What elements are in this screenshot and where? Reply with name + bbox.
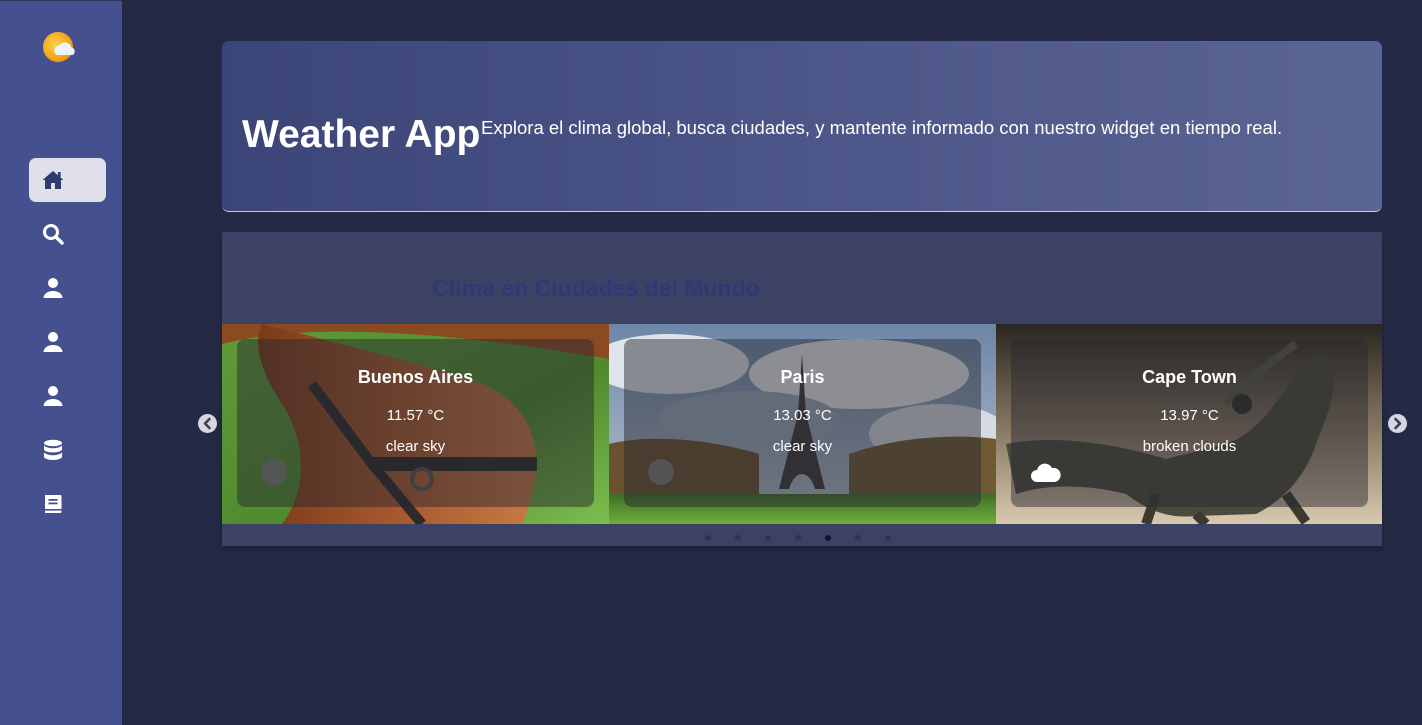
- carousel-dot[interactable]: [735, 535, 741, 541]
- city-weather-description: clear sky: [385, 438, 446, 455]
- sidebar-item-search[interactable]: [29, 212, 106, 256]
- page-title: Weather App: [242, 113, 481, 156]
- city-name: Buenos Aires: [357, 367, 474, 387]
- section-title: Clima en Ciudades del Mundo: [432, 275, 760, 301]
- city-weather-description: clear sky: [772, 438, 833, 455]
- sidebar-item-user-3[interactable]: [29, 374, 106, 418]
- city-card-cape-town[interactable]: Cape Town 13.97 °C broken clouds: [996, 324, 1382, 524]
- city-temperature: 11.57 °C: [386, 407, 445, 424]
- chevron-left-icon: [203, 417, 211, 430]
- carousel-prev-button[interactable]: [198, 414, 217, 433]
- city-temperature: 13.03 °C: [773, 407, 832, 424]
- database-icon: [44, 439, 62, 460]
- book-icon: [45, 495, 62, 513]
- city-card-overlay: Buenos Aires 11.57 °C clear sky: [237, 339, 594, 507]
- chevron-right-icon: [1394, 417, 1402, 430]
- user-icon: [43, 386, 63, 406]
- city-weather-description: broken clouds: [1142, 438, 1237, 455]
- cloud-icon: [1031, 463, 1061, 482]
- sidebar: [0, 0, 122, 725]
- carousel-dot[interactable]: [795, 535, 801, 541]
- home-icon: [42, 171, 64, 189]
- city-name: Paris: [780, 367, 825, 387]
- carousel-dot-active[interactable]: [825, 535, 831, 541]
- carousel-indicators: [705, 535, 915, 541]
- city-card-buenos-aires[interactable]: Buenos Aires 11.57 °C clear sky: [222, 324, 609, 524]
- user-icon: [43, 332, 63, 352]
- cities-carousel-panel: Clima en Ciudades del Mundo Buenos Aires…: [222, 232, 1382, 546]
- clear-sky-icon: [261, 459, 287, 485]
- sidebar-item-database[interactable]: [29, 428, 106, 472]
- search-icon: [43, 224, 64, 245]
- carousel-dot[interactable]: [765, 535, 771, 541]
- city-temperature: 13.97 °C: [1160, 407, 1219, 424]
- city-card-paris[interactable]: Paris 13.03 °C clear sky: [609, 324, 996, 524]
- city-card-overlay: Cape Town 13.97 °C broken clouds: [1011, 339, 1368, 507]
- clear-sky-icon: [648, 459, 674, 485]
- hero-description: Explora el clima global, busca ciudades,…: [481, 117, 1283, 138]
- weather-logo-icon[interactable]: [42, 31, 78, 65]
- sidebar-item-user-2[interactable]: [29, 320, 106, 364]
- carousel-dot[interactable]: [855, 535, 861, 541]
- carousel-dot[interactable]: [705, 535, 711, 541]
- hero-banner: Weather App Explora el clima global, bus…: [222, 41, 1382, 212]
- sidebar-item-book[interactable]: [29, 482, 106, 526]
- city-name: Cape Town: [1142, 367, 1237, 387]
- sidebar-item-home[interactable]: [29, 158, 106, 202]
- carousel-dot[interactable]: [885, 535, 891, 541]
- user-icon: [43, 278, 63, 298]
- sidebar-item-user-1[interactable]: [29, 266, 106, 310]
- sidebar-nav: [29, 158, 106, 536]
- carousel-next-button[interactable]: [1388, 414, 1407, 433]
- city-card-overlay: Paris 13.03 °C clear sky: [624, 339, 981, 507]
